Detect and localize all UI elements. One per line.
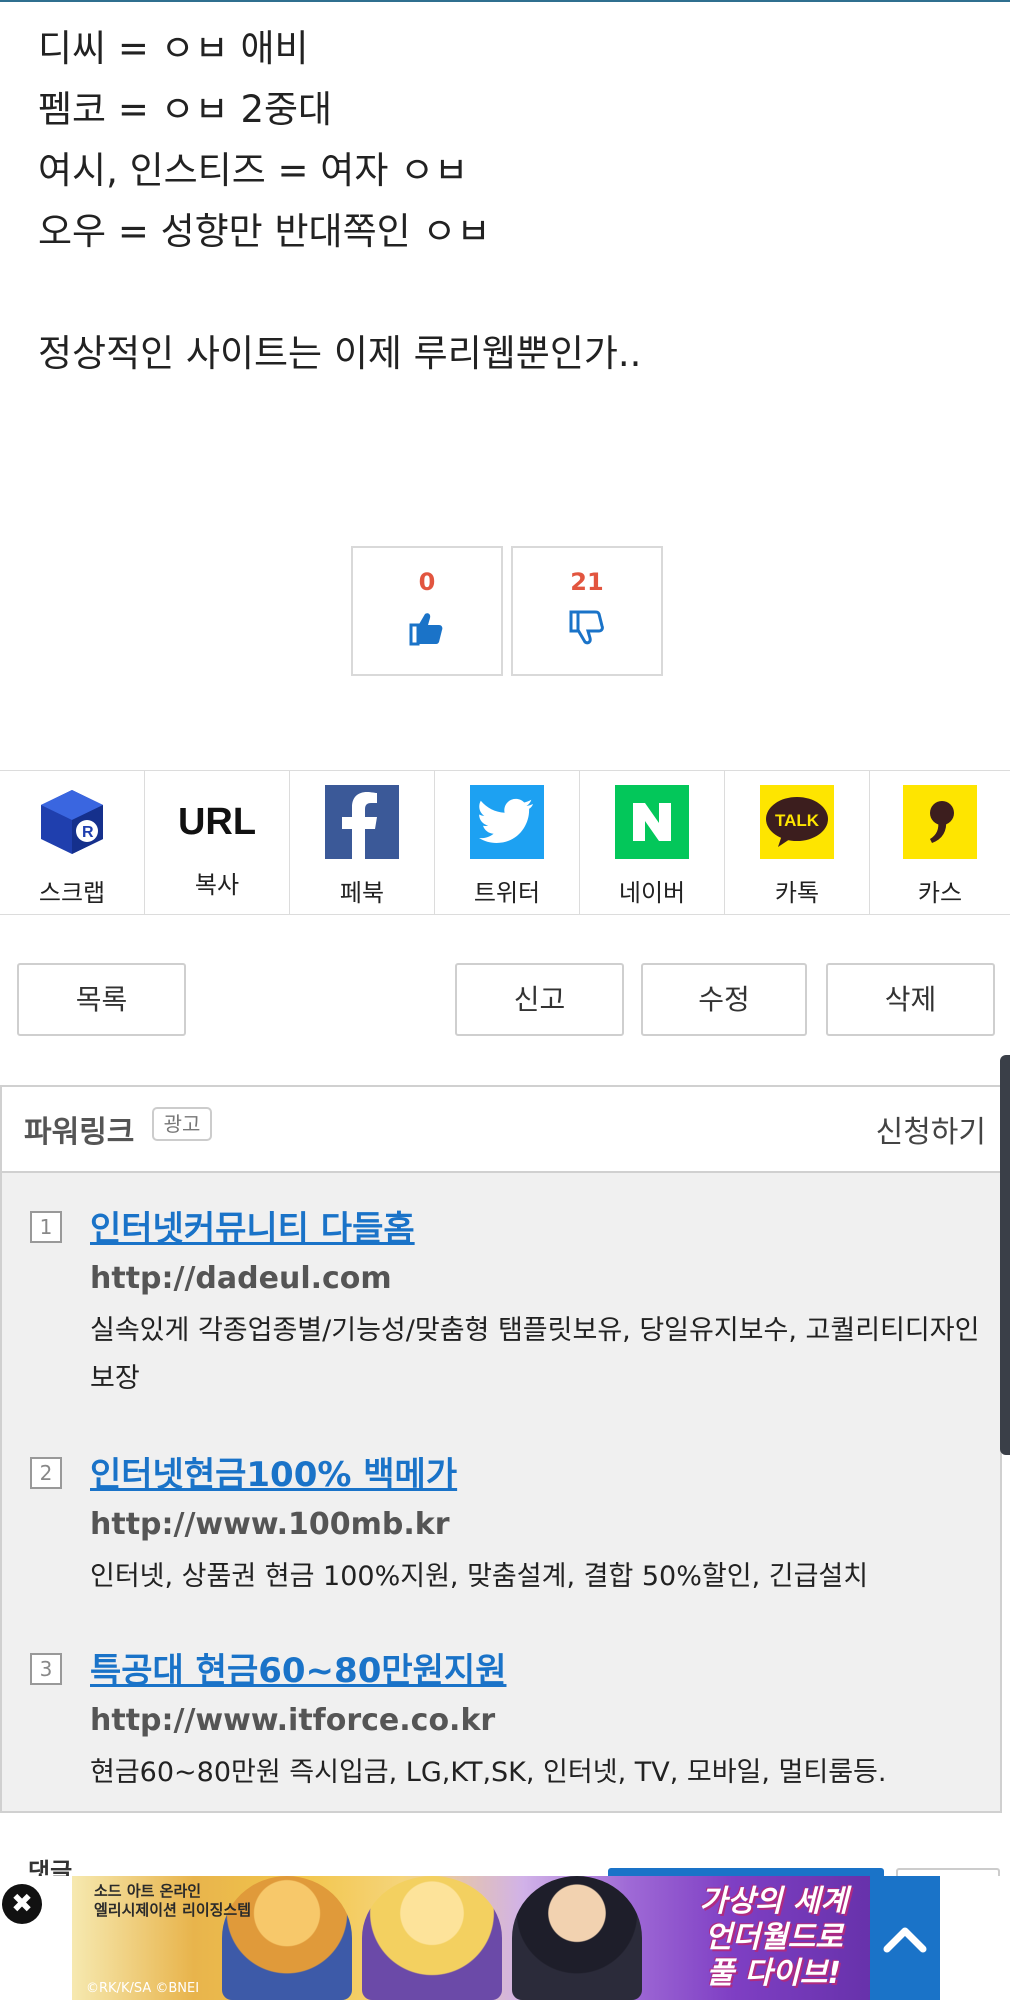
post-line: 여시, 인스티즈 = 여자 ㅇㅂ bbox=[38, 149, 469, 192]
ad-badge: 광고 bbox=[152, 1107, 212, 1141]
banner-image[interactable]: 소드 아트 온라인 엘리시제이션 리이징스텝 ©RK/K/SA ©BNEI 가상… bbox=[72, 1876, 940, 2000]
report-button[interactable]: 신고 bbox=[455, 963, 624, 1036]
banner-tagline-line: 가상의 세계 bbox=[699, 1884, 848, 1919]
url-icon: URL bbox=[177, 800, 257, 843]
share-kakaostory-button[interactable]: 카스 bbox=[870, 771, 1010, 914]
banner-logo-line: 엘리시제이션 리이징스텝 bbox=[94, 1901, 252, 1919]
ad-url[interactable]: http://www.itforce.co.kr bbox=[90, 1703, 495, 1738]
facebook-icon bbox=[325, 785, 399, 859]
banner-character bbox=[362, 1876, 502, 2000]
list-button[interactable]: 목록 bbox=[17, 963, 186, 1036]
share-naver-button[interactable]: 네이버 bbox=[580, 771, 725, 914]
post-line: 디씨 = ㅇㅂ 애비 bbox=[38, 27, 309, 70]
thumbs-down-icon bbox=[569, 610, 604, 645]
kakaostory-icon bbox=[903, 785, 977, 859]
apply-link[interactable]: 신청하기 bbox=[876, 1107, 986, 1151]
share-facebook-button[interactable]: 페북 bbox=[290, 771, 435, 914]
comment-section-peek: 댓글 bbox=[0, 1830, 1010, 1886]
ad-title-link[interactable]: 인터넷현금100% 백메가 bbox=[90, 1447, 457, 1496]
share-label: 네이버 bbox=[618, 879, 686, 907]
edit-button[interactable]: 수정 bbox=[641, 963, 807, 1036]
upvote-button[interactable]: 0 bbox=[351, 546, 503, 676]
thumbs-up-icon bbox=[409, 613, 443, 646]
ad-number: 2 bbox=[30, 1457, 62, 1489]
powerlink-box: 파워링크 광고 신청하기 1 인터넷커뮤니티 다들홈 http://dadeul… bbox=[0, 1085, 1002, 1813]
bottom-banner-ad: ✖ 소드 아트 온라인 엘리시제이션 리이징스텝 ©RK/K/SA ©BNEI … bbox=[0, 1876, 1010, 2000]
kakaotalk-icon: TALK bbox=[760, 785, 834, 859]
ad-number: 1 bbox=[30, 1211, 62, 1243]
upvote-count: 0 bbox=[418, 568, 436, 596]
post-line: 오우 = 성향만 반대쪽인 ㅇㅂ bbox=[38, 210, 491, 253]
share-url-copy-button[interactable]: URL 복사 bbox=[145, 771, 290, 914]
banner-logo-line: 소드 아트 온라인 bbox=[94, 1882, 202, 1900]
share-twitter-button[interactable]: 트위터 bbox=[435, 771, 580, 914]
ad-number: 3 bbox=[30, 1653, 62, 1685]
share-label: 카스 bbox=[917, 879, 963, 907]
powerlink-list: 1 인터넷커뮤니티 다들홈 http://dadeul.com 실속있게 각종업… bbox=[2, 1173, 1000, 1811]
share-label: 스크랩 bbox=[38, 879, 106, 907]
ad-description: 실속있게 각종업종별/기능성/맞춤형 탬플릿보유, 당일유지보수, 고퀄리티디자… bbox=[90, 1315, 980, 1394]
share-label: 카톡 bbox=[774, 879, 820, 907]
powerlink-header: 파워링크 광고 신청하기 bbox=[2, 1087, 1000, 1173]
post-line: 펨코 = ㅇㅂ 2중대 bbox=[38, 88, 333, 131]
top-border bbox=[0, 0, 1010, 2]
share-bar: R 스크랩 URL 복사 페북 트위터 네이버 TALK 카톡 카스 bbox=[0, 770, 1010, 915]
share-label: 페북 bbox=[339, 879, 385, 907]
scrap-cube-icon: R bbox=[35, 785, 109, 859]
talk-text: TALK bbox=[775, 811, 820, 830]
ad-url[interactable]: http://www.100mb.kr bbox=[90, 1507, 450, 1542]
twitter-icon bbox=[470, 785, 544, 859]
downvote-button[interactable]: 21 bbox=[511, 546, 663, 676]
banner-tagline-line: 풀 다이브! bbox=[706, 1956, 842, 1991]
share-label: 트위터 bbox=[473, 879, 541, 907]
scrollbar[interactable] bbox=[1000, 1055, 1010, 1455]
powerlink-title: 파워링크 bbox=[24, 1115, 135, 1150]
ad-url[interactable]: http://dadeul.com bbox=[90, 1261, 392, 1296]
share-kakaotalk-button[interactable]: TALK 카톡 bbox=[725, 771, 870, 914]
post-line: 정상적인 사이트는 이제 루리웹뿐인가.. bbox=[38, 332, 642, 375]
naver-icon bbox=[615, 785, 689, 859]
banner-tagline-line: 언더월드로 bbox=[704, 1920, 843, 1955]
ad-description: 인터넷, 상품권 현금 100%지원, 맞춤설계, 결합 50%할인, 긴급설치 bbox=[90, 1561, 869, 1592]
downvote-count: 21 bbox=[570, 568, 604, 596]
ad-description: 현금60~80만원 즉시입금, LG,KT,SK, 인터넷, TV, 모바일, … bbox=[90, 1757, 887, 1788]
banner-tagline: 가상의 세계 언더월드로 풀 다이브! bbox=[700, 1884, 848, 1992]
scroll-top-button[interactable] bbox=[870, 1876, 940, 2000]
ad-title-link[interactable]: 특공대 현금60~80만원지원 bbox=[90, 1643, 506, 1692]
post-line-blank bbox=[38, 262, 978, 323]
post-body: 디씨 = ㅇㅂ 애비 펨코 = ㅇㅂ 2중대 여시, 인스티즈 = 여자 ㅇㅂ … bbox=[38, 18, 978, 384]
chevron-up-icon bbox=[883, 1927, 927, 1953]
delete-button[interactable]: 삭제 bbox=[826, 963, 995, 1036]
svg-text:R: R bbox=[82, 824, 94, 841]
share-scrap-button[interactable]: R 스크랩 bbox=[0, 771, 145, 914]
banner-character bbox=[512, 1876, 642, 2000]
banner-credit: ©RK/K/SA ©BNEI bbox=[86, 1981, 200, 1996]
ad-title-link[interactable]: 인터넷커뮤니티 다들홈 bbox=[90, 1201, 415, 1250]
close-icon[interactable]: ✖ bbox=[2, 1884, 42, 1924]
banner-logo: 소드 아트 온라인 엘리시제이션 리이징스텝 bbox=[94, 1882, 251, 1920]
share-label: 복사 bbox=[194, 871, 240, 899]
